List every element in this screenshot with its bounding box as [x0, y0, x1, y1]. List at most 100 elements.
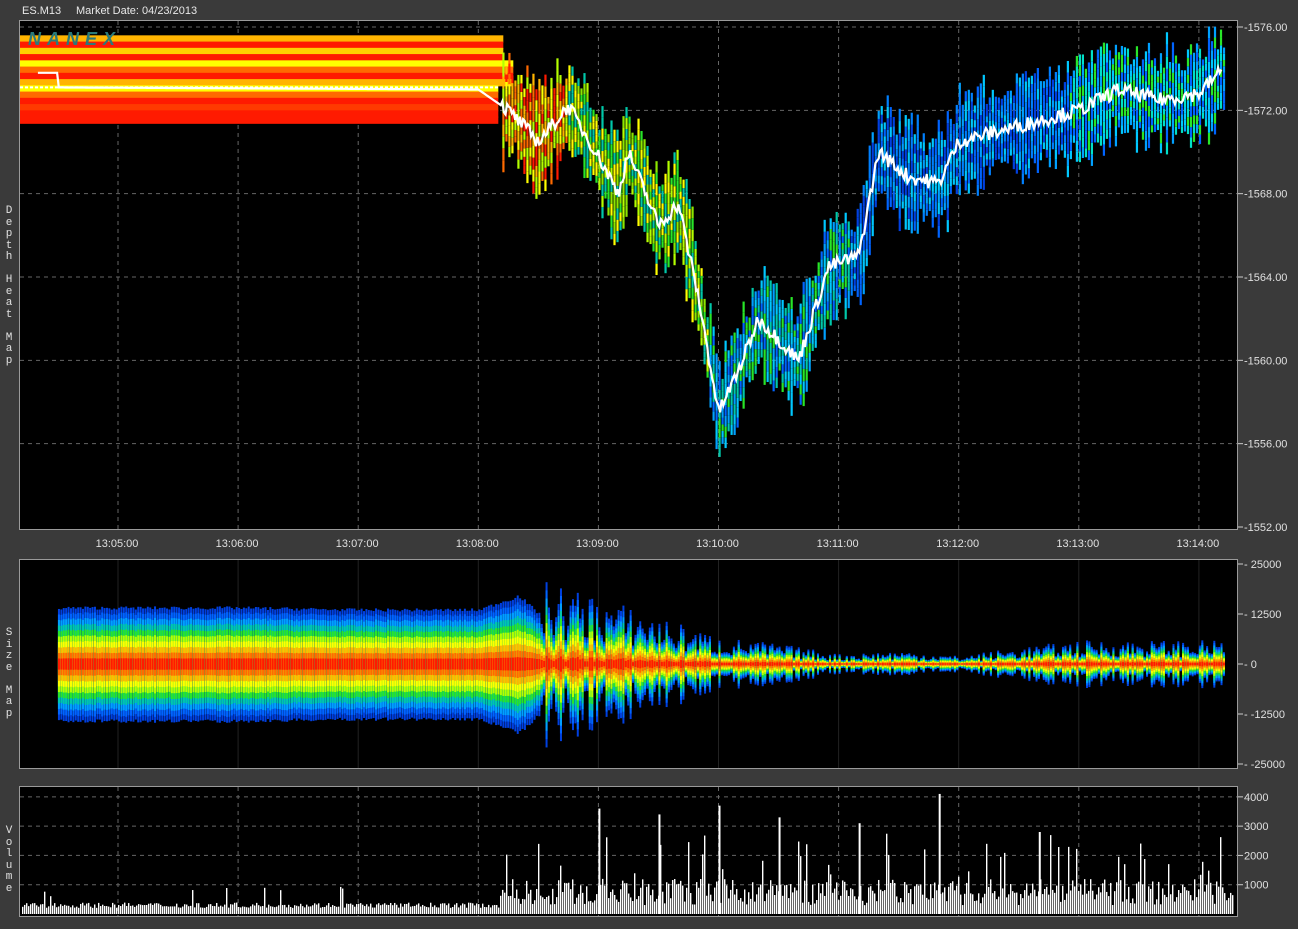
- depth-cell: [1090, 142, 1094, 155]
- depth-cell: [1192, 115, 1196, 125]
- depth-cell: [556, 167, 559, 180]
- depth-cell: [547, 159, 550, 167]
- depth-cell: [508, 84, 511, 95]
- depth-cell: [664, 263, 667, 274]
- depth-cell: [799, 333, 802, 345]
- depth-cell: [523, 156, 526, 166]
- depth-cell: [508, 146, 511, 158]
- depth-cell: [1012, 161, 1015, 170]
- size-cell: [365, 658, 368, 670]
- size-cell: [312, 658, 315, 670]
- depth-cell: [790, 356, 793, 369]
- depth-cell: [1141, 115, 1145, 124]
- depth-cell: [1198, 67, 1202, 78]
- depth-cell: [586, 120, 589, 131]
- depth-cell: [1219, 45, 1223, 54]
- size-cell: [204, 658, 207, 670]
- depth-cell: [844, 308, 847, 320]
- depth-cell: [1084, 95, 1088, 105]
- depth-cell: [1027, 107, 1030, 118]
- depth-cell: [535, 122, 538, 134]
- depth-cell: [814, 275, 817, 283]
- depth-heat-map-chart[interactable]: NANEX: [20, 21, 1237, 529]
- depth-cell: [883, 170, 886, 178]
- depth-cell: [1087, 81, 1091, 92]
- depth-cell: [793, 330, 796, 337]
- depth-cell: [1072, 84, 1075, 93]
- depth-cell: [952, 160, 955, 167]
- size-cell: [620, 658, 623, 670]
- depth-cell: [661, 190, 664, 198]
- depth-cell: [733, 353, 736, 364]
- size-cell: [605, 658, 608, 670]
- depth-cell: [808, 361, 811, 372]
- depth-heat-map-panel[interactable]: NANEX: [19, 20, 1238, 530]
- depth-cell: [781, 299, 784, 310]
- depth-cell: [751, 306, 754, 316]
- depth-band-row: [20, 116, 499, 124]
- depth-cell: [850, 275, 853, 283]
- depth-cell: [1048, 86, 1051, 97]
- size-map-panel[interactable]: [19, 559, 1238, 769]
- size-cell: [461, 658, 464, 670]
- size-cell: [651, 659, 654, 669]
- size-cell: [91, 658, 94, 670]
- depth-cell: [1186, 125, 1190, 135]
- depth-cell: [862, 206, 865, 218]
- size-cell: [110, 658, 113, 670]
- depth-cell: [1198, 77, 1202, 87]
- depth-cell: [1015, 153, 1018, 164]
- depth-cell: [565, 117, 568, 124]
- depth-cell: [925, 167, 928, 174]
- depth-cell: [628, 164, 631, 172]
- depth-cell: [1057, 83, 1060, 93]
- depth-cell: [1186, 74, 1190, 84]
- depth-cell: [1102, 133, 1106, 145]
- depth-cell: [1075, 77, 1078, 88]
- depth-cell: [832, 280, 835, 291]
- depth-cell: [796, 380, 799, 389]
- size-cell: [60, 658, 63, 670]
- depth-cell: [973, 156, 976, 165]
- depth-cell: [1156, 106, 1160, 113]
- depth-cell: [736, 348, 739, 359]
- depth-cell: [1159, 63, 1163, 74]
- depth-cell: [1087, 72, 1091, 82]
- depth-cell: [850, 229, 853, 237]
- depth-cell: [787, 361, 790, 372]
- depth-cell: [823, 327, 826, 340]
- depth-cell: [778, 299, 781, 307]
- size-cell: [593, 661, 596, 667]
- depth-cell: [925, 155, 928, 162]
- depth-cell: [1120, 116, 1124, 126]
- depth-cell: [967, 120, 970, 132]
- depth-cell: [913, 192, 916, 202]
- depth-cell: [1207, 50, 1211, 62]
- depth-cell: [790, 403, 793, 416]
- depth-cell: [1075, 119, 1078, 131]
- depth-cell: [1108, 118, 1112, 129]
- depth-cell: [709, 334, 712, 345]
- dynamic-depth-cloud: [502, 26, 1226, 457]
- depth-cell: [1108, 79, 1112, 90]
- size-cell: [278, 658, 281, 670]
- size-cell: [286, 658, 289, 670]
- size-map-chart[interactable]: [20, 560, 1237, 768]
- depth-cell: [586, 92, 589, 103]
- depth-cell: [571, 66, 574, 76]
- depth-cell: [1084, 148, 1088, 158]
- depth-cell: [958, 150, 961, 162]
- depth-cell: [634, 171, 637, 179]
- size-cell: [346, 658, 349, 670]
- depth-cell: [1015, 163, 1018, 174]
- depth-cell: [994, 103, 997, 110]
- depth-cell: [715, 420, 718, 430]
- depth-cell: [1072, 92, 1075, 100]
- depth-cell: [511, 83, 514, 91]
- depth-cell: [1045, 142, 1048, 150]
- depth-cell: [970, 118, 973, 128]
- size-cell: [610, 659, 613, 669]
- depth-cell: [1162, 120, 1166, 127]
- depth-cell: [580, 108, 583, 115]
- depth-cell: [736, 328, 739, 339]
